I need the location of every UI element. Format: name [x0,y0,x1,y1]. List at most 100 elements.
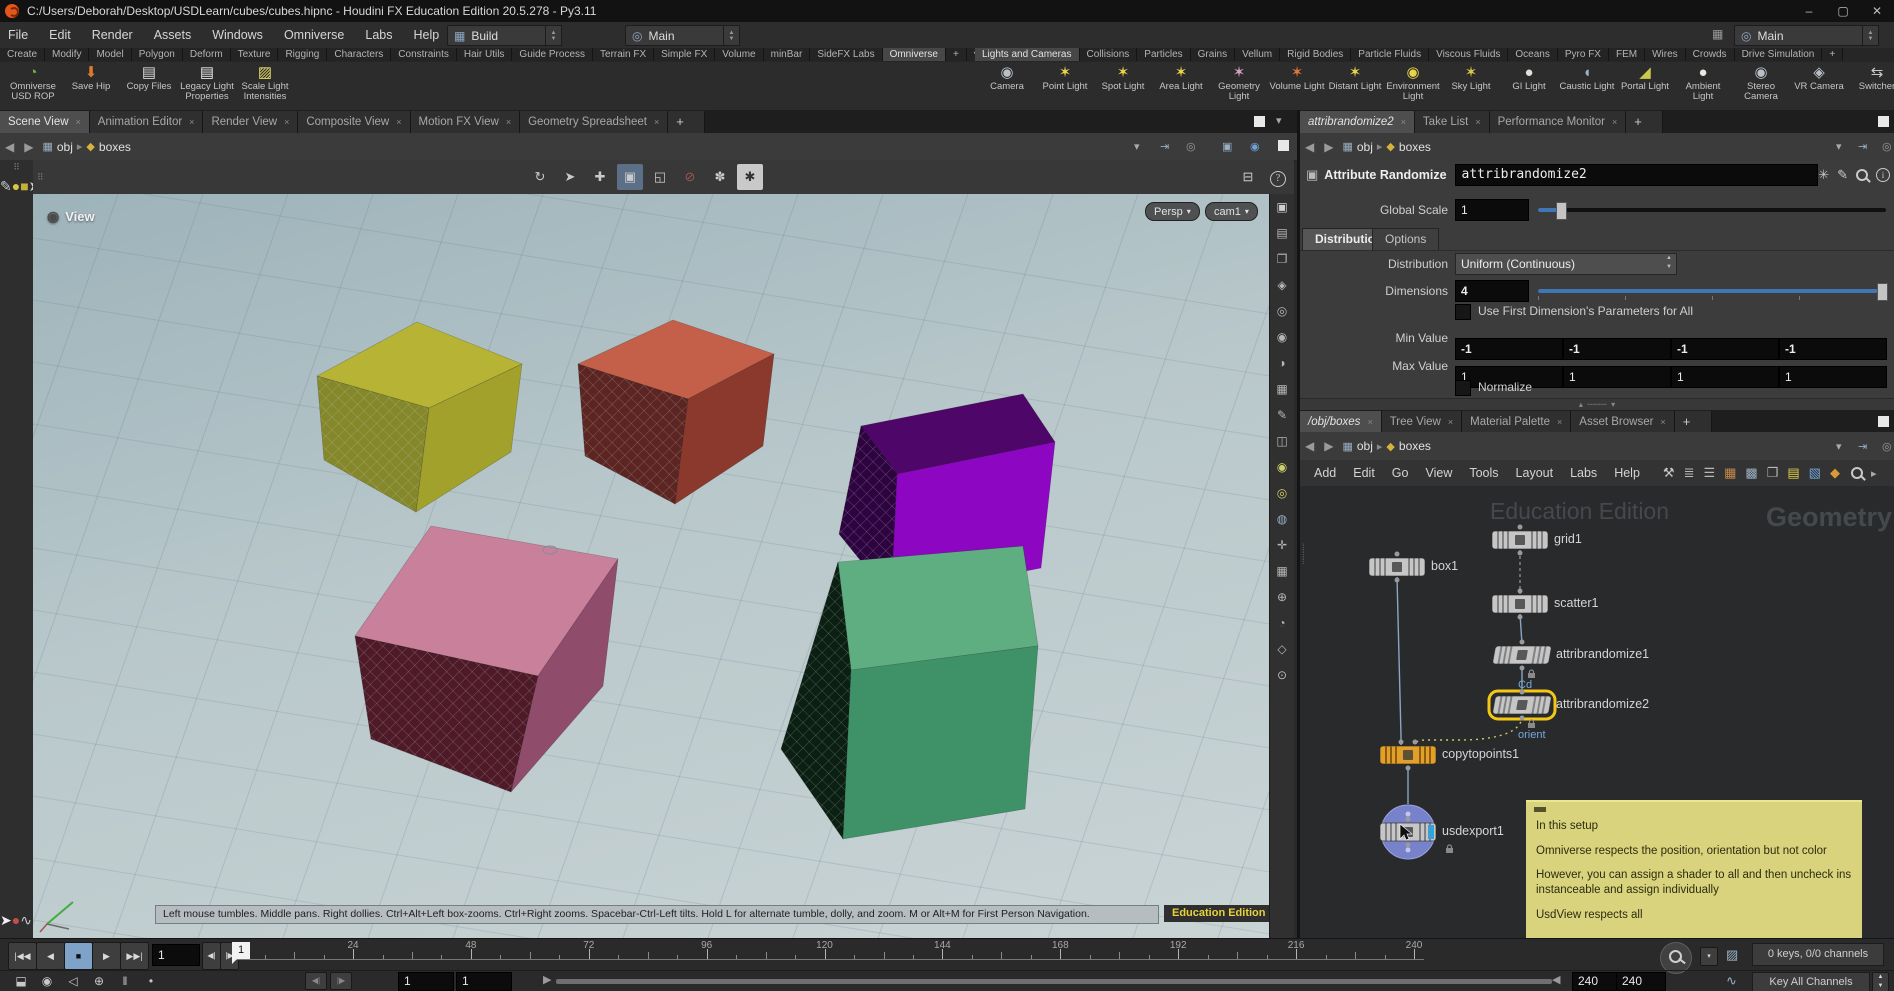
help-icon[interactable]: ? [1265,164,1291,190]
shelf-tab-collisions[interactable]: Collisions [1080,48,1138,61]
spider-options-icon[interactable]: ✽ [707,164,733,190]
tab-tree-view[interactable]: Tree View× [1382,411,1462,433]
param-path-root-chip[interactable]: ▦ obj [1342,140,1372,154]
pane-menu-chevron-icon[interactable]: ▾ [1276,114,1282,127]
shelf-tab-viscous-fluids[interactable]: Viscous Fluids [1429,48,1508,61]
keys-info-button[interactable]: 0 keys, 0/0 channels [1752,943,1884,966]
net-back-icon[interactable]: ◀ [1305,439,1314,453]
param-back-icon[interactable]: ◀ [1305,140,1314,154]
net-menu-layout[interactable]: Layout [1516,466,1554,480]
net-path-root-chip[interactable]: ▦ obj [1342,439,1372,453]
net-menu-edit[interactable]: Edit [1353,466,1375,480]
shelf-tool-caustic-light[interactable]: ◖Caustic Light [1558,62,1616,102]
lock-handle-icon[interactable]: ◈ [1270,272,1294,298]
color-palette-icon[interactable]: ▦ [1724,465,1736,481]
param-pane-layout-icon[interactable] [1878,116,1889,130]
node-copytopoints1[interactable] [1380,740,1436,771]
gear-options-icon[interactable]: ✱ [737,164,763,190]
snap-view-icon[interactable]: ⊙ [1270,662,1294,688]
shelf-tab-add-button[interactable]: + [1822,48,1843,61]
grid-toggle-icon[interactable]: ▦ [1270,558,1294,584]
gear-menu-icon[interactable]: ✳ [1818,167,1829,183]
sphere-tool-icon[interactable]: ● [12,178,20,194]
tab-geometry-spreadsheet[interactable]: Geometry Spreadsheet× [520,111,668,133]
vp-toolbar-drag-handle[interactable]: ⠿ [37,172,44,183]
tab-close-icon[interactable]: × [1367,417,1372,427]
shelf-tab-terrain-fx[interactable]: Terrain FX [593,48,654,61]
box-tool-icon[interactable]: ■ [20,178,28,194]
subnet-view-icon[interactable]: ❐ [1767,465,1779,481]
shelf-tab-fem[interactable]: FEM [1609,48,1645,61]
playhead-marker[interactable]: 1 [232,942,250,959]
key-all-channels-button[interactable]: Key All Channels [1752,972,1870,991]
net-menu-tools[interactable]: Tools [1469,466,1498,480]
tab-close-icon[interactable]: × [1448,417,1453,427]
shelf-tab-polygon[interactable]: Polygon [132,48,183,61]
box-zoom-icon[interactable]: ◱ [647,164,673,190]
shelf-tool-vr-camera[interactable]: ◈VR Camera [1790,62,1848,102]
global-scale-slider-handle[interactable] [1556,202,1567,220]
shelf-tab-hair-utils[interactable]: Hair Utils [457,48,513,61]
shelf-tab-modify[interactable]: Modify [45,48,89,61]
shelf-tab-oceans[interactable]: Oceans [1508,48,1557,61]
background-image-icon[interactable]: ▧ [1809,465,1821,481]
shelf-tab-minbar[interactable]: minBar [764,48,811,61]
shelf-tab-sidefx-labs[interactable]: SideFX Labs [810,48,882,61]
shelf-tab-pyro-fx[interactable]: Pyro FX [1558,48,1609,61]
shelf-tool-geometry-light[interactable]: ✶Geometry Light [1210,62,1268,102]
tab-close-icon[interactable]: × [654,117,659,127]
tick-display-icon[interactable]: ‖ [112,974,138,988]
page-icon[interactable]: ❐ [1270,246,1294,272]
shelf-tool-point-light[interactable]: ✶Point Light [1036,62,1094,102]
dimensions-slider[interactable] [1538,289,1886,293]
shelf-tool-gi-light[interactable]: ●GI Light [1500,62,1558,102]
shelf-tab-texture[interactable]: Texture [231,48,279,61]
range-step-forward-icon[interactable]: |▶ [330,972,352,990]
global-scale-slider[interactable] [1538,208,1886,212]
tab-scene-view[interactable]: Scene View× [0,111,90,133]
tab-close-icon[interactable]: × [396,117,401,127]
tree-layout-icon[interactable]: ≣ [1684,465,1695,481]
shelf-tool-stereo-camera[interactable]: ◉Stereo Camera [1732,62,1790,102]
shelf-tab-guide-process[interactable]: Guide Process [512,48,593,61]
max-value-field-1[interactable]: 1 [1563,366,1671,388]
param-path-chevron-icon[interactable]: ▾ [1836,140,1842,153]
shelf-tool-legacy-light-properties[interactable]: ▤Legacy Light Properties [178,62,236,102]
distribution-dropdown[interactable]: Uniform (Continuous) ▲▼ [1455,253,1677,275]
tab-attribrandomize2[interactable]: attribrandomize2× [1300,111,1415,133]
path-radar-icon[interactable]: ◎ [1186,140,1196,153]
pink-cube[interactable] [355,526,618,792]
tab-close-icon[interactable]: × [1401,117,1406,127]
path-dropdown-chevron-icon[interactable]: ▾ [1134,140,1140,153]
bulb-dark-icon[interactable]: ◎ [1270,298,1294,324]
shelf-tab-lights-and-cameras[interactable]: Lights and Cameras [975,48,1080,61]
menu-help[interactable]: Help [413,28,439,42]
display-options-icon[interactable]: ▣ [1270,194,1294,220]
shade-icon[interactable]: ◑ [1270,350,1294,376]
tab-close-icon[interactable]: × [1557,417,1562,427]
node-grid1[interactable] [1492,525,1548,556]
shelf-tool-spot-light[interactable]: ✶Spot Light [1094,62,1152,102]
shelf-tool-area-light[interactable]: ✶Area Light [1152,62,1210,102]
note-collapse-icon[interactable] [1534,807,1546,812]
tab-composite-view[interactable]: Composite View× [298,111,410,133]
toolbar-drag-handle[interactable]: ⠿ [0,160,33,172]
cursor-tool-icon[interactable]: ➤ [0,912,12,928]
mirror-icon[interactable]: ◫ [1270,428,1294,454]
shelf-tool-omniverse-usd-rop[interactable]: ◔Omniverse USD ROP [4,62,62,102]
red-cube[interactable] [578,320,774,504]
node-scatter1[interactable] [1492,589,1548,620]
first-dim-checkbox[interactable] [1455,304,1471,320]
tab-animation-editor[interactable]: Animation Editor× [90,111,204,133]
max-value-field-2[interactable]: 1 [1671,366,1779,388]
tab-asset-browser[interactable]: Asset Browser× [1571,411,1674,433]
network-menu-overflow-icon[interactable]: ▸ [1871,467,1877,480]
desktop-selector-build[interactable]: ▦ Build [447,25,553,46]
ref-plane-icon[interactable]: ◇ [1270,636,1294,662]
shelf-tab-rigid-bodies[interactable]: Rigid Bodies [1280,48,1351,61]
bulb-cam-icon[interactable]: ◎ [1270,480,1294,506]
net-forward-icon[interactable]: ▶ [1324,439,1333,453]
menu-edit[interactable]: Edit [49,28,71,42]
param-path-child-chip[interactable]: ◆ boxes [1386,140,1431,154]
shelf-tab-model[interactable]: Model [89,48,131,61]
